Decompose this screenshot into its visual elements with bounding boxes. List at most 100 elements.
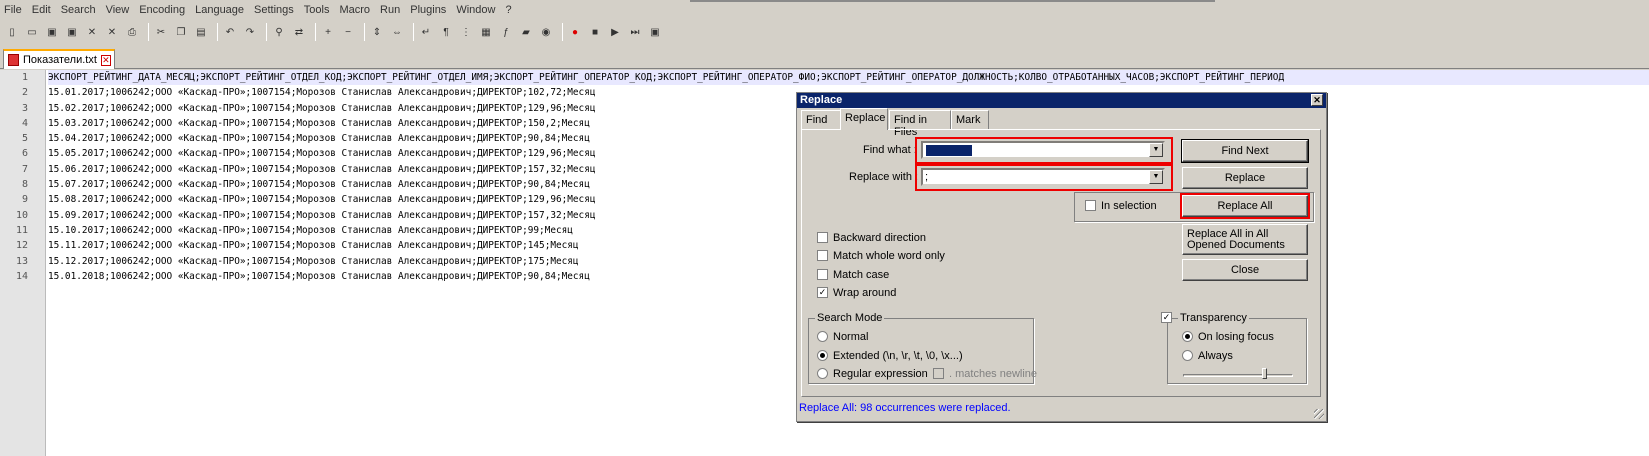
transparency-checkbox[interactable]: ✓: [1161, 312, 1172, 323]
redo-icon[interactable]: ↷: [242, 24, 258, 40]
menu-item[interactable]: File: [4, 4, 22, 16]
open-file-icon[interactable]: ▭: [24, 24, 40, 40]
line-number: 13: [15, 255, 28, 267]
line-number: 4: [21, 117, 28, 129]
in-selection-label: In selection: [1101, 200, 1157, 212]
function-list-icon[interactable]: ƒ: [498, 24, 514, 40]
matches-newline-checkbox[interactable]: [933, 368, 944, 379]
replace-all-opened-button[interactable]: Replace All in All Opened Documents: [1182, 224, 1308, 255]
line-number: 12: [15, 240, 28, 252]
undo-icon[interactable]: ↶: [222, 24, 238, 40]
print-icon[interactable]: ⎙: [124, 24, 140, 40]
transparency-slider-thumb[interactable]: [1262, 368, 1267, 379]
find-what-label: Find what :: [863, 144, 917, 156]
toolbar-separator: [364, 23, 365, 41]
tab-find-in-files[interactable]: Find in Files: [889, 110, 951, 138]
on-losing-focus-radio[interactable]: [1182, 331, 1193, 342]
close-all-icon[interactable]: ✕: [104, 24, 120, 40]
menu-item[interactable]: Run: [380, 4, 400, 16]
always-radio[interactable]: [1182, 350, 1193, 361]
sync-v-icon[interactable]: ⇕: [369, 24, 385, 40]
folder-icon[interactable]: ▰: [518, 24, 534, 40]
menu-item[interactable]: ?: [505, 4, 511, 16]
play-icon[interactable]: ▶: [607, 24, 623, 40]
code-line[interactable]: ЭКСПОРТ_РЕЙТИНГ_ДАТА_МЕСЯЦ;ЭКСПОРТ_РЕЙТИ…: [48, 70, 1649, 86]
dialog-close-icon[interactable]: ✕: [1311, 94, 1323, 106]
extended-radio[interactable]: [817, 350, 828, 361]
line-number: 9: [21, 194, 28, 206]
save-all-icon[interactable]: ▣: [64, 24, 80, 40]
tab-replace[interactable]: Replace: [840, 108, 888, 130]
menu-item[interactable]: Search: [61, 4, 96, 16]
backward-direction-label: Backward direction: [833, 232, 926, 244]
transparency-label: Transparency: [1178, 312, 1249, 324]
wrap-icon[interactable]: ↵: [418, 24, 434, 40]
dialog-title-bar: Replace ✕: [797, 93, 1326, 108]
whole-word-label: Match whole word only: [833, 250, 945, 262]
line-number: 3: [21, 102, 28, 114]
record-icon[interactable]: ●: [567, 24, 583, 40]
on-losing-focus-label: On losing focus: [1198, 331, 1274, 343]
save-macro-icon[interactable]: ▣: [647, 24, 663, 40]
replace-with-label: Replace with :: [849, 171, 919, 183]
in-selection-checkbox[interactable]: [1085, 200, 1096, 211]
menu-item[interactable]: Plugins: [410, 4, 446, 16]
replace-button[interactable]: Replace: [1182, 167, 1308, 189]
line-number: 11: [15, 224, 28, 236]
resize-grip[interactable]: [1314, 409, 1324, 419]
line-number: 14: [15, 270, 28, 282]
stop-icon[interactable]: ■: [587, 24, 603, 40]
show-all-icon[interactable]: ¶: [438, 24, 454, 40]
menu-item[interactable]: Language: [195, 4, 244, 16]
menu-item[interactable]: Settings: [254, 4, 294, 16]
unsaved-file-icon: [8, 54, 19, 66]
dialog-title: Replace: [800, 94, 843, 106]
zoom-in-icon[interactable]: +: [320, 24, 336, 40]
always-label: Always: [1198, 350, 1233, 362]
tab-mark[interactable]: Mark: [951, 110, 989, 129]
menu-item[interactable]: Edit: [32, 4, 51, 16]
menu-item[interactable]: Macro: [339, 4, 370, 16]
doc-map-icon[interactable]: ▦: [478, 24, 494, 40]
match-case-checkbox[interactable]: [817, 269, 828, 280]
tab-find[interactable]: Find: [801, 110, 841, 129]
close-icon[interactable]: ✕: [84, 24, 100, 40]
cut-icon[interactable]: ✂: [153, 24, 169, 40]
run-multiple-icon[interactable]: ⏭: [627, 24, 643, 40]
file-tab[interactable]: Показатели.txt ✕: [3, 49, 115, 69]
toolbar-separator: [315, 23, 316, 41]
line-number-gutter: 1 2 3 4 5 6 7 8 9 10 11 12 13 14: [0, 70, 46, 456]
tab-bar: Показатели.txt ✕: [0, 47, 1649, 69]
find-next-button[interactable]: Find Next: [1181, 139, 1309, 163]
menu-bar: File Edit Search View Encoding Language Settin…: [0, 0, 1649, 20]
copy-icon[interactable]: ❐: [173, 24, 189, 40]
toolbar-separator: [413, 23, 414, 41]
menu-item[interactable]: View: [106, 4, 130, 16]
save-icon[interactable]: ▣: [44, 24, 60, 40]
menu-item[interactable]: Tools: [304, 4, 330, 16]
line-number: 8: [21, 179, 28, 191]
highlight-box: [915, 137, 1173, 164]
regex-radio[interactable]: [817, 368, 828, 379]
menu-item[interactable]: Encoding: [139, 4, 185, 16]
normal-radio[interactable]: [817, 331, 828, 342]
monitor-icon[interactable]: ◉: [538, 24, 554, 40]
paste-icon[interactable]: ▤: [193, 24, 209, 40]
file-tab-label: Показатели.txt: [23, 54, 97, 66]
wrap-around-checkbox[interactable]: ✓: [817, 287, 828, 298]
indent-guide-icon[interactable]: ⋮: [458, 24, 474, 40]
toolbar-separator: [217, 23, 218, 41]
close-tab-icon[interactable]: ✕: [100, 54, 111, 66]
whole-word-checkbox[interactable]: [817, 250, 828, 261]
find-icon[interactable]: ⚲: [271, 24, 287, 40]
menu-item[interactable]: Window: [456, 4, 495, 16]
new-file-icon[interactable]: ▯: [4, 24, 20, 40]
transparency-slider-track[interactable]: [1183, 374, 1293, 377]
sync-h-icon[interactable]: ⇔: [389, 24, 405, 40]
toolbar-separator: [148, 23, 149, 41]
highlight-box: [915, 164, 1173, 191]
close-button[interactable]: Close: [1182, 259, 1308, 281]
zoom-out-icon[interactable]: −: [340, 24, 356, 40]
backward-direction-checkbox[interactable]: [817, 232, 828, 243]
replace-icon[interactable]: ⇄: [291, 24, 307, 40]
